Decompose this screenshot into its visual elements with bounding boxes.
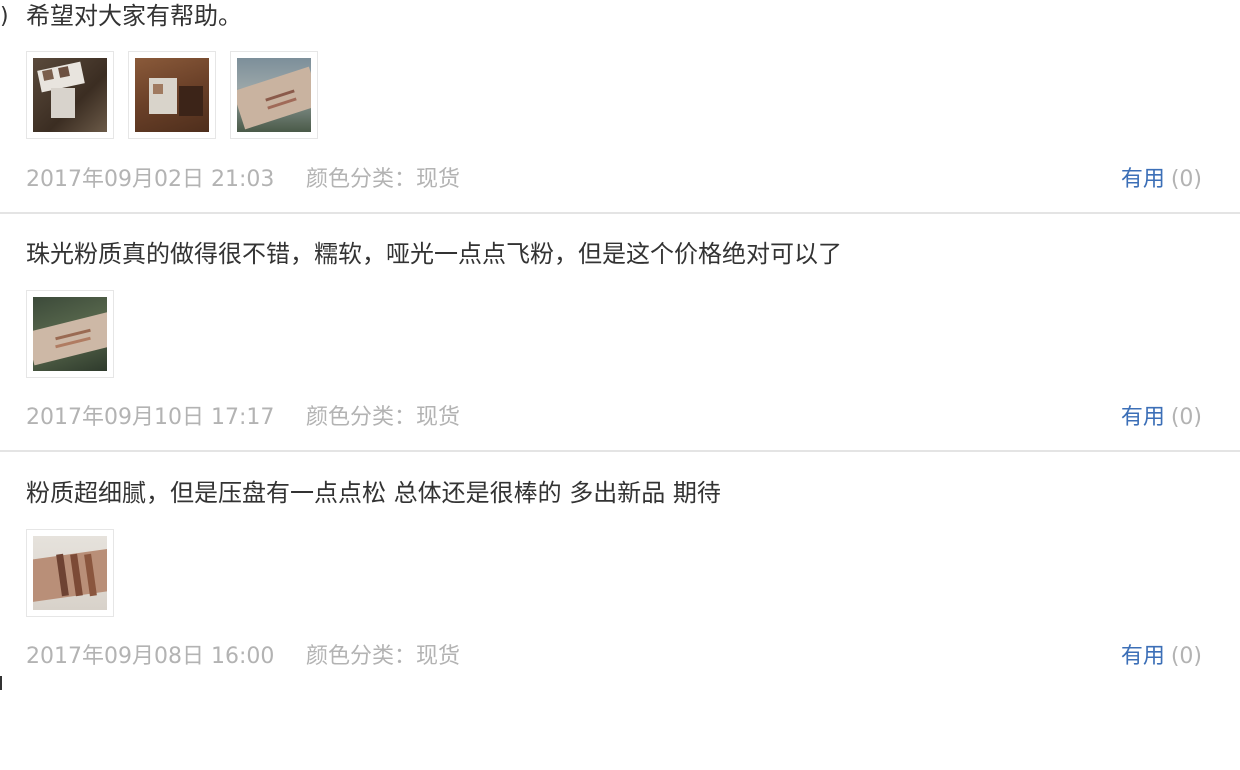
review-photo [135,58,209,132]
truncated-punctuation: ) [0,4,9,29]
review-image-thumbnail[interactable] [26,51,114,139]
text-cursor-mark [0,676,2,690]
review-image-list [26,529,114,617]
useful-button[interactable]: 有用 (0) [1121,403,1202,433]
review-meta: 2017年09月08日 16:00 颜色分类：现货 有用 (0) [26,642,1202,672]
review-date: 2017年09月08日 16:00 [26,644,275,669]
useful-count: (0) [1170,644,1202,669]
useful-button[interactable]: 有用 (0) [1121,642,1202,672]
review-image-list [26,51,318,139]
review-photo [33,58,107,132]
review-photo [33,297,107,371]
useful-count: (0) [1170,405,1202,430]
useful-button[interactable]: 有用 (0) [1121,165,1202,195]
review-image-thumbnail[interactable] [230,51,318,139]
review-text: 珠光粉质真的做得很不错，糯软，哑光一点点飞粉，但是这个价格绝对可以了 [26,240,842,268]
review-photo [33,536,107,610]
useful-label[interactable]: 有用 [1121,644,1165,669]
review-meta: 2017年09月10日 17:17 颜色分类：现货 有用 (0) [26,403,1202,433]
review-date: 2017年09月10日 17:17 [26,405,275,430]
review-image-thumbnail[interactable] [26,529,114,617]
review-image-thumbnail[interactable] [26,290,114,378]
review-image-thumbnail[interactable] [128,51,216,139]
review-date: 2017年09月02日 21:03 [26,167,275,192]
useful-count: (0) [1170,167,1202,192]
review-sku: 颜色分类：现货 [306,405,461,430]
review-meta: 2017年09月02日 21:03 颜色分类：现货 有用 (0) [26,165,1202,195]
useful-label[interactable]: 有用 [1121,167,1165,192]
review-text: 希望对大家有帮助。 [26,2,242,30]
review-sku: 颜色分类：现货 [306,167,461,192]
review-divider [0,212,1240,214]
review-sku: 颜色分类：现货 [306,644,461,669]
review-text: 粉质超细腻，但是压盘有一点点松 总体还是很棒的 多出新品 期待 [26,479,721,507]
useful-label[interactable]: 有用 [1121,405,1165,430]
review-divider [0,450,1240,452]
review-image-list [26,290,114,378]
review-photo [237,58,311,132]
